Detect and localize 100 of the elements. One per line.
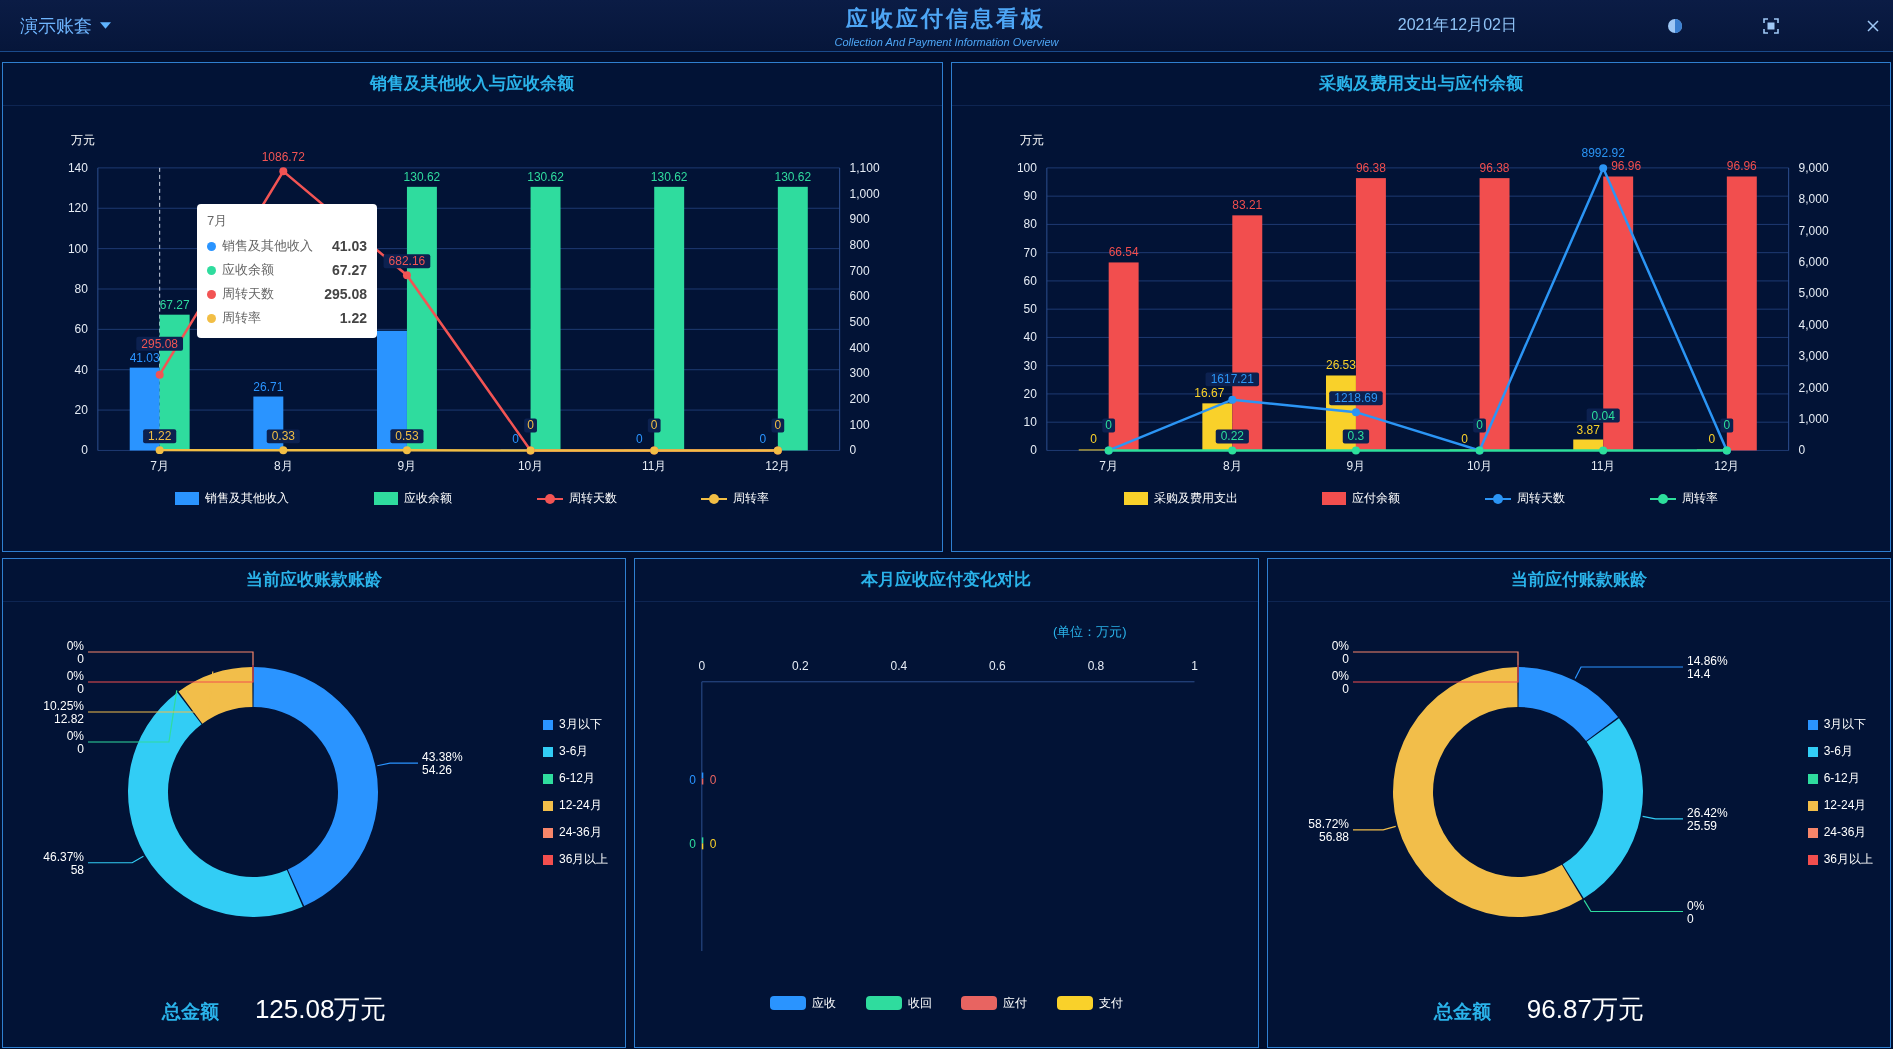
x-axis-label: 9月 <box>397 459 417 474</box>
dashboard-title: 应收应付信息看板 <box>845 4 1048 33</box>
data-label: 682.16 <box>388 254 426 269</box>
slice-label: 0% 0 <box>66 729 84 756</box>
total-amount: 125.08万元 <box>254 993 387 1026</box>
y-axis-label: 0 <box>1798 443 1805 458</box>
bar-value-label: 0 <box>710 837 717 852</box>
slice-label: 46.37% 58 <box>43 849 84 877</box>
point-value-label: 1617.21 <box>1205 372 1259 387</box>
bar-value-label: 96.96 <box>1610 159 1641 174</box>
bar-value-label: 130.62 <box>403 169 441 184</box>
data-label: 0 <box>1723 418 1730 433</box>
x-axis-label: 0.2 <box>792 658 809 673</box>
point-value-label: 0 <box>1101 418 1115 433</box>
bar-value-label: 83.21 <box>1231 198 1262 213</box>
panel-title: 销售及其他收入与应收余额 <box>3 63 942 106</box>
data-label: 0.33 <box>271 429 296 444</box>
bar-value-label: 0 <box>512 432 519 447</box>
panel-title: 采购及费用支出与应付余额 <box>951 63 1890 106</box>
x-axis-label: 7月 <box>1098 459 1118 474</box>
point-value-label: 0.04 <box>1586 408 1620 423</box>
total-amount: 96.87万元 <box>1526 993 1644 1026</box>
y-axis-label: 7,000 <box>1798 223 1829 238</box>
x-axis-label: 11月 <box>1590 459 1615 474</box>
panel-title: 当前应收账款账龄 <box>3 559 626 602</box>
unit-label: (单位：万元) <box>1053 623 1127 639</box>
x-axis-label: 12月 <box>765 459 791 474</box>
slice-label: 0% 0 <box>66 639 84 666</box>
y-axis-label: 2,000 <box>1798 380 1829 395</box>
total-label: 总金额 <box>161 1000 219 1024</box>
tooltip-series-name: 应收余额 <box>222 261 275 279</box>
y-axis-label: 100 <box>1016 160 1037 175</box>
x-axis-label: 12月 <box>1713 459 1739 474</box>
bar-value-label: 16.67 <box>1193 386 1224 401</box>
bar-value-label: 130.62 <box>527 169 564 184</box>
slice-label: 0% 0 <box>66 669 84 696</box>
data-label: 295.08 <box>141 336 179 351</box>
data-label: 1218.69 <box>1333 391 1378 406</box>
y-axis-label: 60 <box>1023 273 1037 288</box>
y-axis-label: 500 <box>849 315 870 329</box>
bar-value-label: 0 <box>1708 432 1715 447</box>
slice-label: 14.86% 14.4 <box>1686 654 1728 681</box>
y-axis-label: 80 <box>74 282 88 296</box>
bar-value-label: 130.62 <box>650 169 688 184</box>
y-axis-label: 30 <box>1023 358 1037 373</box>
bar-value-label: 96.38 <box>1479 161 1509 176</box>
x-axis-label: 9月 <box>1346 459 1365 474</box>
x-axis-label: 8月 <box>1222 459 1242 474</box>
y-axis-label: 100 <box>67 241 88 256</box>
y-axis-label: 4,000 <box>1798 317 1829 332</box>
tooltip-series-name: 销售及其他收入 <box>222 237 314 255</box>
tooltip-value: 295.08 <box>324 286 367 302</box>
point-value-label: 0 <box>771 418 785 433</box>
y-axis-label: 20 <box>1023 386 1037 401</box>
y-axis-label: 200 <box>849 392 870 407</box>
tooltip-title: 7月 <box>207 212 229 230</box>
x-axis-label: 10月 <box>517 459 544 474</box>
x-axis-label: 0.4 <box>890 658 908 673</box>
bar-value-label: 0 <box>635 432 643 447</box>
bar-value-label: 66.54 <box>1108 245 1139 260</box>
y-axis-label: 100 <box>849 417 870 432</box>
y-axis-label: 1,100 <box>849 160 880 175</box>
y-axis-label: 800 <box>849 237 870 252</box>
point-value-label: 0 <box>524 418 537 433</box>
point-value-label: 1218.69 <box>1328 391 1383 406</box>
y-axis-label: 700 <box>849 263 870 278</box>
tooltip-value: 41.03 <box>331 238 367 254</box>
data-label: 1617.21 <box>1210 372 1254 387</box>
bar-value-label: 0 <box>689 772 697 787</box>
bar-value-label: 26.53 <box>1325 358 1356 373</box>
bar-value-label: 0 <box>710 772 717 787</box>
bar-value-label: 67.27 <box>159 297 190 312</box>
y-axis-label: 900 <box>849 212 870 227</box>
tooltip-series-name: 周转率 <box>222 309 262 327</box>
y-axis-label: 600 <box>849 289 870 304</box>
bar-value-label: 26.71 <box>253 379 284 394</box>
bar-value-label: 0 <box>1089 432 1097 447</box>
data-label: 1.22 <box>148 429 172 444</box>
y-axis-label: 5,000 <box>1798 286 1829 301</box>
slice-label: 0% 0 <box>1331 639 1349 666</box>
dashboard-subtitle: Collection And Payment Information Overview <box>834 35 1059 48</box>
x-axis-label: 0.6 <box>989 658 1007 673</box>
y-axis-label: 8,000 <box>1798 192 1829 207</box>
bar-value-label: 0 <box>1460 432 1468 447</box>
y-axis-label: 80 <box>1023 217 1037 232</box>
point-value-label: 1086.72 <box>261 150 305 165</box>
slice-label: 0% 0 <box>1686 898 1704 926</box>
x-axis-label: 8月 <box>273 459 293 474</box>
y-axis-label: 120 <box>67 201 88 216</box>
x-axis-label: 7月 <box>150 459 169 474</box>
slice-label: 0% 0 <box>1331 669 1349 696</box>
y-axis-label: 50 <box>1023 302 1037 317</box>
x-axis-label: 10月 <box>1466 459 1492 474</box>
bar-value-label: 3.87 <box>1576 422 1600 437</box>
slice-label: 58.72% 56.88 <box>1307 816 1349 844</box>
bar-value-label: 41.03 <box>129 350 160 365</box>
y-axis-label: 90 <box>1023 189 1037 204</box>
date-label: 2021年12月02日 <box>1397 15 1517 35</box>
y-axis-label: 0 <box>81 443 88 458</box>
point-value-label: 1.22 <box>143 429 177 444</box>
